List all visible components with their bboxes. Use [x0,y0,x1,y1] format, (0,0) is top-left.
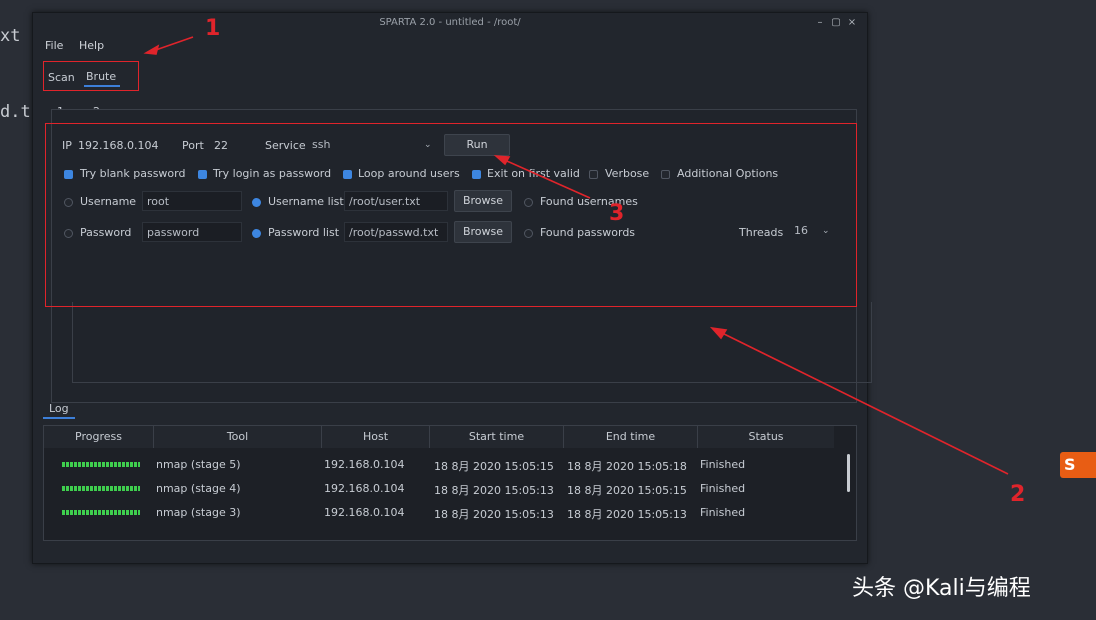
watermark-text: 头条 @Kali与编程 [852,576,1031,601]
annotation-number-1: 1 [205,16,221,41]
annotation-number-3: 3 [609,201,625,226]
sohu-logo: S [1060,452,1096,478]
annotation-arrows [143,36,1009,475]
annotation-number-2: 2 [1010,482,1026,507]
